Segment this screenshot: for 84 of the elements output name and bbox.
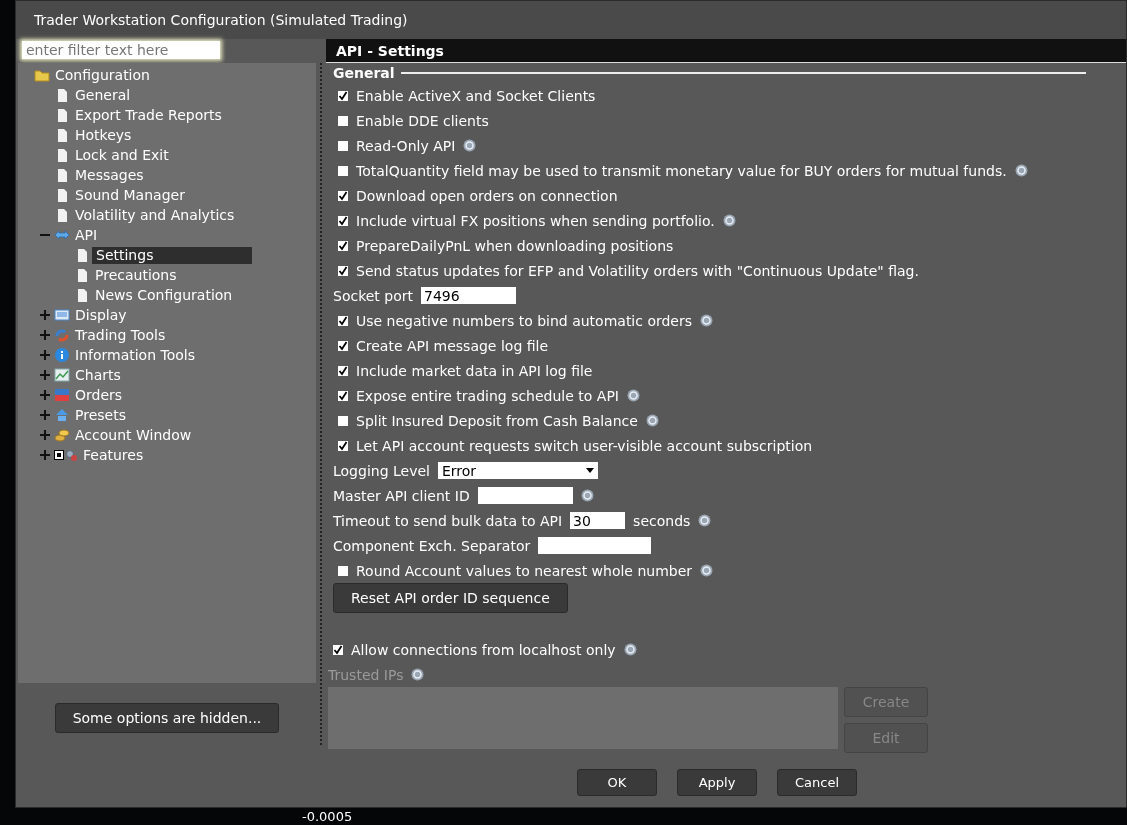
tree-item[interactable]: Charts bbox=[72, 365, 124, 385]
option-label: Download open orders on connection bbox=[356, 187, 618, 204]
coins-icon bbox=[54, 427, 70, 443]
option-label: Send status updates for EFP and Volatility orders with "Continuous Update" flag. bbox=[356, 262, 919, 279]
tree-item[interactable]: General bbox=[72, 85, 134, 105]
field-label: Component Exch. Separator bbox=[333, 537, 531, 554]
checkbox[interactable] bbox=[338, 115, 348, 126]
checkbox[interactable] bbox=[338, 240, 348, 251]
tree-item[interactable]: Export Trade Reports bbox=[72, 105, 225, 125]
tree-item[interactable]: Features bbox=[80, 445, 147, 465]
checkbox[interactable] bbox=[338, 365, 348, 376]
tree-item[interactable]: Display bbox=[72, 305, 130, 325]
circular-arrows-icon bbox=[54, 327, 70, 343]
option-label: Round Account values to nearest whole number bbox=[356, 562, 693, 579]
checkbox[interactable] bbox=[338, 140, 348, 151]
checkbox[interactable] bbox=[333, 644, 343, 655]
field-label: Timeout to send bulk data to API bbox=[333, 512, 563, 529]
unit-label: seconds bbox=[633, 512, 691, 529]
input-field[interactable] bbox=[477, 487, 573, 504]
tree-item[interactable]: Settings bbox=[92, 246, 252, 264]
folder-icon bbox=[34, 67, 50, 83]
tree-item[interactable]: News Configuration bbox=[92, 285, 236, 305]
dialog-button[interactable]: Cancel bbox=[777, 769, 857, 796]
filter-field[interactable]: enter filter text here bbox=[22, 41, 220, 59]
orders-icon bbox=[54, 387, 70, 403]
input-field[interactable]: 7496 bbox=[421, 287, 516, 304]
option-label: Split Insured Deposit from Cash Balance bbox=[356, 412, 638, 429]
checkbox[interactable] bbox=[338, 440, 348, 451]
monitor-icon bbox=[54, 307, 70, 323]
input-field[interactable] bbox=[538, 537, 652, 554]
checkbox[interactable] bbox=[338, 390, 348, 401]
checkbox[interactable] bbox=[338, 165, 348, 176]
dropdown[interactable]: Error bbox=[437, 462, 598, 479]
reset-button[interactable]: Reset API order ID sequence bbox=[333, 583, 568, 613]
dialog-button[interactable]: OK bbox=[577, 769, 657, 796]
dialog-button[interactable]: Apply bbox=[677, 769, 757, 796]
window-title: Trader Workstation Configuration (Simulated Trading) bbox=[34, 12, 408, 28]
panel-title: API - Settings bbox=[336, 42, 444, 59]
option-label: Include market data in API log file bbox=[356, 362, 593, 379]
checkbox[interactable] bbox=[338, 190, 348, 201]
checkbox[interactable] bbox=[338, 315, 348, 326]
tree-item[interactable]: API bbox=[72, 225, 101, 245]
tree-item[interactable]: Trading Tools bbox=[72, 325, 169, 345]
gears-icon bbox=[54, 447, 78, 463]
option-label: Read-Only API bbox=[356, 137, 456, 154]
option-label: Include virtual FX positions when sending portfolio. bbox=[356, 212, 715, 229]
axis-value: -0.0005 bbox=[302, 809, 353, 824]
info-icon bbox=[54, 347, 70, 363]
chart-icon bbox=[54, 367, 70, 383]
checkbox[interactable] bbox=[338, 215, 348, 226]
option-label: TotalQuantity field may be used to transmit monetary value for BUY orders for mutual funds. bbox=[356, 162, 1007, 179]
tree-item[interactable]: Hotkeys bbox=[72, 125, 135, 145]
tree-item[interactable]: Sound Manager bbox=[72, 185, 188, 205]
checkbox[interactable] bbox=[338, 265, 348, 276]
checkbox[interactable] bbox=[338, 340, 348, 351]
dropdown-arrow-icon bbox=[585, 468, 594, 473]
tree-item[interactable]: Orders bbox=[72, 385, 126, 405]
tree-item[interactable]: Presets bbox=[72, 405, 129, 425]
field-label: Master API client ID bbox=[333, 487, 470, 504]
option-label: Expose entire trading schedule to API bbox=[356, 387, 619, 404]
option-label: Allow connections from localhost only bbox=[351, 641, 616, 658]
field-label: Socket port bbox=[333, 287, 413, 304]
tree-item[interactable]: Messages bbox=[72, 165, 147, 185]
option-label: Use negative numbers to bind automatic orders bbox=[356, 312, 693, 329]
presets-icon bbox=[54, 407, 70, 423]
checkbox[interactable] bbox=[338, 90, 348, 101]
option-label: Enable DDE clients bbox=[356, 112, 489, 129]
field-label: Logging Level bbox=[333, 462, 430, 479]
option-label: PrepareDailyPnL when downloading positions bbox=[356, 237, 674, 254]
option-label: Enable ActiveX and Socket Clients bbox=[356, 87, 596, 104]
tree-item[interactable]: Precautions bbox=[92, 265, 180, 285]
tree-item[interactable]: Configuration bbox=[52, 65, 153, 85]
option-label: Create API message log file bbox=[356, 337, 549, 354]
tree-item[interactable]: Account Window bbox=[72, 425, 195, 445]
option-label: Let API account requests switch user-visible account subscription bbox=[356, 437, 813, 454]
tree-item[interactable]: Information Tools bbox=[72, 345, 198, 365]
checkbox[interactable] bbox=[338, 415, 348, 426]
hidden-options-button[interactable]: Some options are hidden... bbox=[54, 703, 280, 733]
section-title: General bbox=[333, 65, 395, 81]
checkbox[interactable] bbox=[338, 565, 348, 576]
tree-item[interactable]: Volatility and Analytics bbox=[72, 205, 238, 225]
tree-item[interactable]: Lock and Exit bbox=[72, 145, 172, 165]
section-label: Trusted IPs bbox=[328, 666, 404, 683]
input-field[interactable]: 30 bbox=[570, 512, 626, 529]
